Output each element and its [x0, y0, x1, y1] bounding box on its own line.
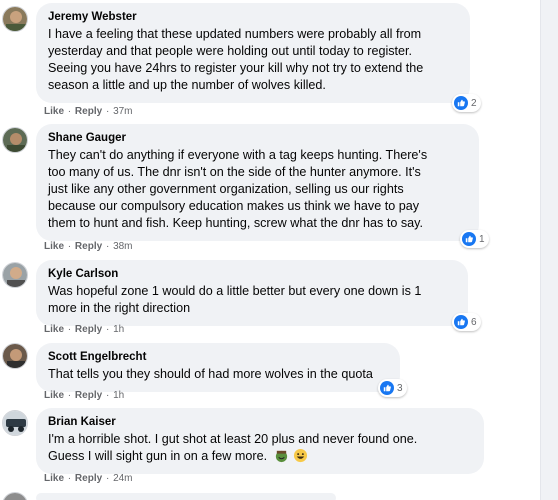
reaction-number: 6	[471, 316, 477, 328]
comment-line: I have a feeling that these updated numb…	[48, 27, 422, 41]
comment-line: them to hunt and fish. Keep hunting, scr…	[48, 216, 424, 230]
comment-actions: Like · Reply · 1h	[44, 390, 124, 401]
avatar[interactable]	[2, 492, 28, 500]
comment-line: because our compulsory education makes u…	[48, 199, 420, 213]
comment-actions: Like · Reply · 38m	[44, 241, 133, 252]
comment-line: Was hopeful zone 1 would do a little bet…	[48, 284, 422, 298]
reaction-number: 2	[471, 97, 477, 109]
comment-line: yesterday and that people were holding o…	[48, 44, 413, 58]
comment-bubble: Kyle Carlson Was hopeful zone 1 would do…	[36, 260, 468, 326]
reply-link[interactable]: Reply	[75, 473, 102, 484]
thumbs-up-icon	[462, 232, 476, 246]
timestamp[interactable]: 1h	[113, 324, 124, 335]
reaction-count[interactable]: 3	[378, 379, 407, 397]
comment-feed: Jeremy Webster I have a feeling that the…	[0, 0, 540, 500]
comment-bubble: Shane Gauger They can't do anything if e…	[36, 124, 479, 241]
grinning-face-icon	[294, 448, 308, 463]
comment-line: season a little and up the number of wol…	[48, 78, 326, 92]
timestamp[interactable]: 37m	[113, 106, 132, 117]
like-link[interactable]: Like	[44, 473, 64, 484]
reply-link[interactable]: Reply	[75, 390, 102, 401]
separator: ·	[105, 390, 110, 401]
separator: ·	[105, 241, 110, 252]
separator: ·	[105, 473, 110, 484]
avatar[interactable]	[2, 410, 28, 436]
separator: ·	[105, 106, 110, 117]
comment-line: I'm a horrible shot. I gut shot at least…	[48, 432, 418, 446]
comment-bubble: Brian Kaiser I'm a horrible shot. I gut …	[36, 408, 484, 474]
separator: ·	[67, 390, 72, 401]
like-link[interactable]: Like	[44, 324, 64, 335]
comment-line: Seeing you have 24hrs to register your k…	[48, 61, 424, 75]
reply-link[interactable]: Reply	[75, 241, 102, 252]
laughing-face-icon	[275, 450, 287, 463]
timestamp[interactable]: 24m	[113, 473, 132, 484]
comment-line: too many of us. The dnr isn't on the sid…	[48, 165, 421, 179]
separator: ·	[105, 324, 110, 335]
avatar[interactable]	[2, 6, 28, 32]
timestamp[interactable]: 38m	[113, 241, 132, 252]
comment-actions: Like · Reply · 24m	[44, 473, 133, 484]
comment-line: more in the right direction	[48, 301, 191, 315]
comment-author[interactable]: Kyle Carlson	[48, 268, 456, 280]
avatar[interactable]	[2, 262, 28, 288]
reaction-number: 1	[479, 233, 485, 245]
separator: ·	[67, 241, 72, 252]
comment-line: Guess I will sight gun in on a few more.	[48, 448, 472, 465]
comment-actions: Like · Reply · 1h	[44, 324, 124, 335]
comment-line: They can't do anything if everyone with …	[48, 148, 428, 162]
reaction-number: 3	[397, 382, 403, 394]
comment-author[interactable]: Scott Engelbrecht	[48, 351, 388, 363]
separator: ·	[67, 324, 72, 335]
reply-link[interactable]: Reply	[75, 324, 102, 335]
like-link[interactable]: Like	[44, 241, 64, 252]
avatar[interactable]	[2, 127, 28, 153]
thumbs-up-icon	[454, 315, 468, 329]
avatar[interactable]	[2, 343, 28, 369]
reaction-count[interactable]: 6	[452, 313, 481, 331]
comment-author[interactable]: Brian Kaiser	[48, 416, 472, 428]
thumbs-up-icon	[454, 96, 468, 110]
comment-line: just like any other government organizat…	[48, 182, 404, 196]
scrollbar-track[interactable]	[540, 0, 558, 500]
timestamp[interactable]: 1h	[113, 390, 124, 401]
reaction-count[interactable]: 1	[460, 230, 489, 248]
like-link[interactable]: Like	[44, 106, 64, 117]
comment-author[interactable]: Jeremy Webster	[48, 11, 458, 23]
separator: ·	[67, 473, 72, 484]
thumbs-up-icon	[380, 381, 394, 395]
comment-author[interactable]: Shane Gauger	[48, 132, 467, 144]
reply-link[interactable]: Reply	[75, 106, 102, 117]
comment-line-text: Guess I will sight gun in on a few more.	[48, 449, 268, 463]
like-link[interactable]: Like	[44, 390, 64, 401]
separator: ·	[67, 106, 72, 117]
reaction-count[interactable]: 2	[452, 94, 481, 112]
comment-bubble: Jeremy Webster I have a feeling that the…	[36, 3, 470, 103]
comment-actions: Like · Reply · 37m	[44, 106, 133, 117]
comment-line: That tells you they should of had more w…	[48, 367, 373, 381]
comment-bubble: Scott Engelbrecht That tells you they sh…	[36, 343, 400, 392]
comment-bubble	[36, 493, 336, 500]
